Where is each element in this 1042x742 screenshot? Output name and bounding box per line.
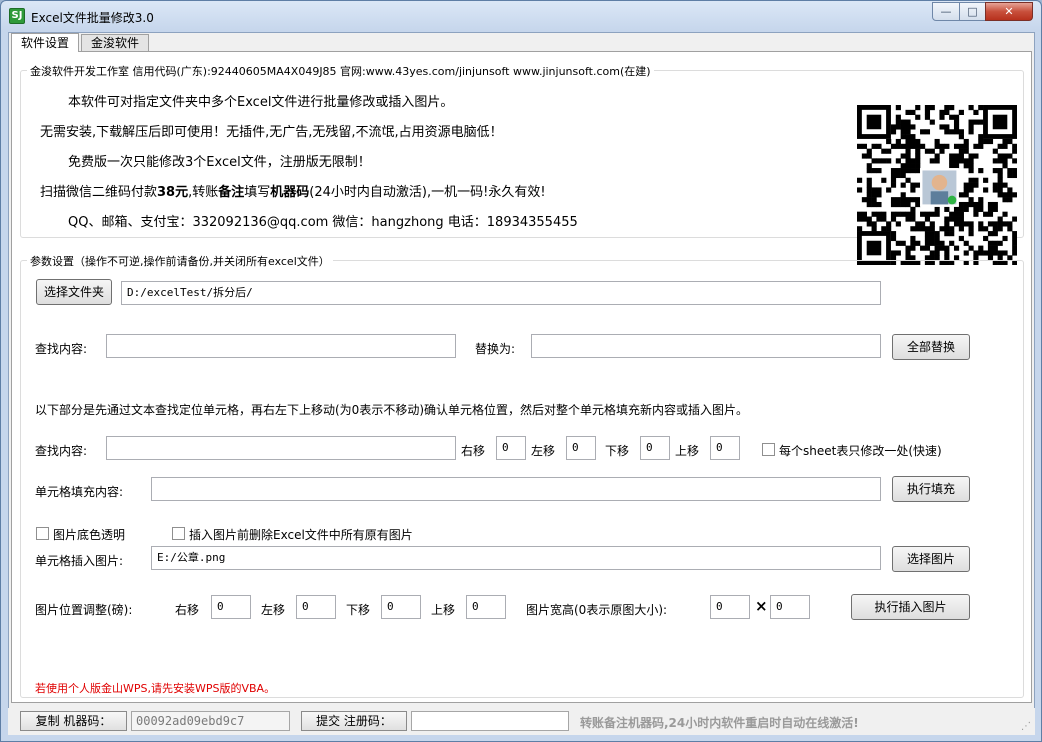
replace-input[interactable] xyxy=(531,334,881,358)
resize-grip-icon[interactable]: ⋰ xyxy=(1021,721,1033,733)
once-per-sheet-label: 每个sheet表只修改一处(快速) xyxy=(779,444,942,458)
once-per-sheet-checkbox[interactable] xyxy=(762,443,775,456)
close-button[interactable]: ✕ xyxy=(985,2,1033,21)
folder-path-input[interactable]: D:/excelTest/拆分后/ xyxy=(121,281,881,305)
contact-line: QQ、邮箱、支付宝：332092136@qq.com 微信：hangzhong … xyxy=(68,215,578,230)
info-line-1: 本软件可对指定文件夹中多个Excel文件进行批量修改或插入图片。 xyxy=(68,95,454,110)
image-size-label: 图片宽高(0表示原图大小): xyxy=(526,603,668,617)
cell-locate-description: 以下部分是先通过文本查找定位单元格，再右左下上移动(为0表示不移动)确认单元格位… xyxy=(35,403,749,417)
status-bar: 复制 机器码： 00092ad09ebd9c7 提交 注册码： 转账备注机器码,… xyxy=(8,708,1035,735)
info-line-4-b: ,转账 xyxy=(188,185,219,200)
find-input[interactable] xyxy=(106,334,456,358)
find2-input[interactable] xyxy=(106,436,456,460)
note-keyword: 备注 xyxy=(218,185,245,200)
minimize-button[interactable]: — xyxy=(932,2,960,21)
machine-code-keyword: 机器码 xyxy=(270,185,310,200)
info-group-title: 金浚软件开发工作室 信用代码(广东):92440605MA4X049J85 官网… xyxy=(27,63,654,79)
settings-panel: 金浚软件开发工作室 信用代码(广东):92440605MA4X049J85 官网… xyxy=(11,51,1032,703)
choose-image-button[interactable]: 选择图片 xyxy=(892,546,970,572)
find-label: 查找内容: xyxy=(35,342,88,356)
copy-machine-code-button[interactable]: 复制 机器码： xyxy=(20,711,127,731)
image-path-input[interactable]: E:/公章.png xyxy=(151,546,881,570)
execute-fill-button[interactable]: 执行填充 xyxy=(892,476,970,502)
img-up-input[interactable]: 0 xyxy=(466,595,506,619)
info-line-2: 无需安装,下载解压后即可使用！无插件,无广告,无残留,不流氓,占用资源电脑低！ xyxy=(40,125,503,140)
delete-images-checkbox[interactable] xyxy=(172,527,185,540)
submit-reg-code-button[interactable]: 提交 注册码： xyxy=(301,711,407,731)
times-sign: × xyxy=(755,597,768,615)
machine-code-field[interactable]: 00092ad09ebd9c7 xyxy=(131,711,290,731)
info-line-3: 免费版一次只能修改3个Excel文件，注册版无限制！ xyxy=(68,155,371,170)
transparent-bg-checkbox[interactable] xyxy=(36,527,49,540)
img-left-input[interactable]: 0 xyxy=(296,595,336,619)
img-right-label: 右移 xyxy=(175,603,200,617)
price: 38元 xyxy=(157,185,189,200)
transparent-bg-label: 图片底色透明 xyxy=(53,528,126,542)
wechat-qr-code-icon xyxy=(857,105,1018,266)
title-bar: SJ Excel文件批量修改3.0 — □ ✕ xyxy=(1,1,1041,32)
app-window: SJ Excel文件批量修改3.0 — □ ✕ 软件设置 金浚软件 金浚软件开发… xyxy=(0,0,1042,742)
tab-jinjun-software[interactable]: 金浚软件 xyxy=(81,34,149,51)
replace-all-button[interactable]: 全部替换 xyxy=(892,334,970,360)
wps-warning: 若使用个人版金山WPS,请先安装WPS版的VBA。 xyxy=(35,682,276,695)
client-area: 软件设置 金浚软件 金浚软件开发工作室 信用代码(广东):92440605MA4… xyxy=(8,32,1035,735)
img-up-label: 上移 xyxy=(431,603,456,617)
fill-content-input[interactable] xyxy=(151,477,881,501)
move-left-label: 左移 xyxy=(531,444,556,458)
insert-image-label: 单元格插入图片: xyxy=(35,554,124,568)
info-line-4-a: 扫描微信二维码付款 xyxy=(40,185,158,200)
choose-folder-button[interactable]: 选择文件夹 xyxy=(36,279,112,305)
info-line-4-c: 填写 xyxy=(244,185,271,200)
fill-label: 单元格填充内容: xyxy=(35,485,124,499)
replace-label: 替换为: xyxy=(475,342,516,356)
execute-insert-image-button[interactable]: 执行插入图片 xyxy=(851,594,970,620)
reg-code-input[interactable] xyxy=(411,711,569,731)
img-right-input[interactable]: 0 xyxy=(211,595,251,619)
move-up-label: 上移 xyxy=(675,444,700,458)
move-up-input[interactable]: 0 xyxy=(710,436,740,460)
params-group: 参数设置（操作不可逆,操作前请备份,并关闭所有excel文件） 选择文件夹 D:… xyxy=(20,253,1024,698)
delete-images-label: 插入图片前删除Excel文件中所有原有图片 xyxy=(189,528,413,542)
activation-note: 转账备注机器码,24小时内软件重启时自动在线激活! xyxy=(580,716,859,730)
params-group-title: 参数设置（操作不可逆,操作前请备份,并关闭所有excel文件） xyxy=(27,253,333,269)
info-line-4: 扫描微信二维码付款38元,转账备注填写机器码(24小时内自动激活),一机一码!永… xyxy=(40,181,546,200)
img-down-input[interactable]: 0 xyxy=(381,595,421,619)
image-height-input[interactable]: 0 xyxy=(770,595,810,619)
image-width-input[interactable]: 0 xyxy=(710,595,750,619)
move-left-input[interactable]: 0 xyxy=(566,436,596,460)
img-left-label: 左移 xyxy=(261,603,286,617)
move-right-label: 右移 xyxy=(461,444,486,458)
info-line-4-d: (24小时内自动激活),一机一码!永久有效! xyxy=(309,185,546,200)
tab-software-settings[interactable]: 软件设置 xyxy=(11,33,79,52)
app-icon: SJ xyxy=(9,8,25,24)
move-down-input[interactable]: 0 xyxy=(640,436,670,460)
maximize-button[interactable]: □ xyxy=(959,2,986,21)
img-down-label: 下移 xyxy=(346,603,371,617)
move-down-label: 下移 xyxy=(605,444,630,458)
window-title: Excel文件批量修改3.0 xyxy=(31,11,154,25)
position-adjust-label: 图片位置调整(磅): xyxy=(35,603,133,617)
find2-label: 查找内容: xyxy=(35,444,88,458)
info-group: 金浚软件开发工作室 信用代码(广东):92440605MA4X049J85 官网… xyxy=(20,63,1024,266)
move-right-input[interactable]: 0 xyxy=(496,436,526,460)
